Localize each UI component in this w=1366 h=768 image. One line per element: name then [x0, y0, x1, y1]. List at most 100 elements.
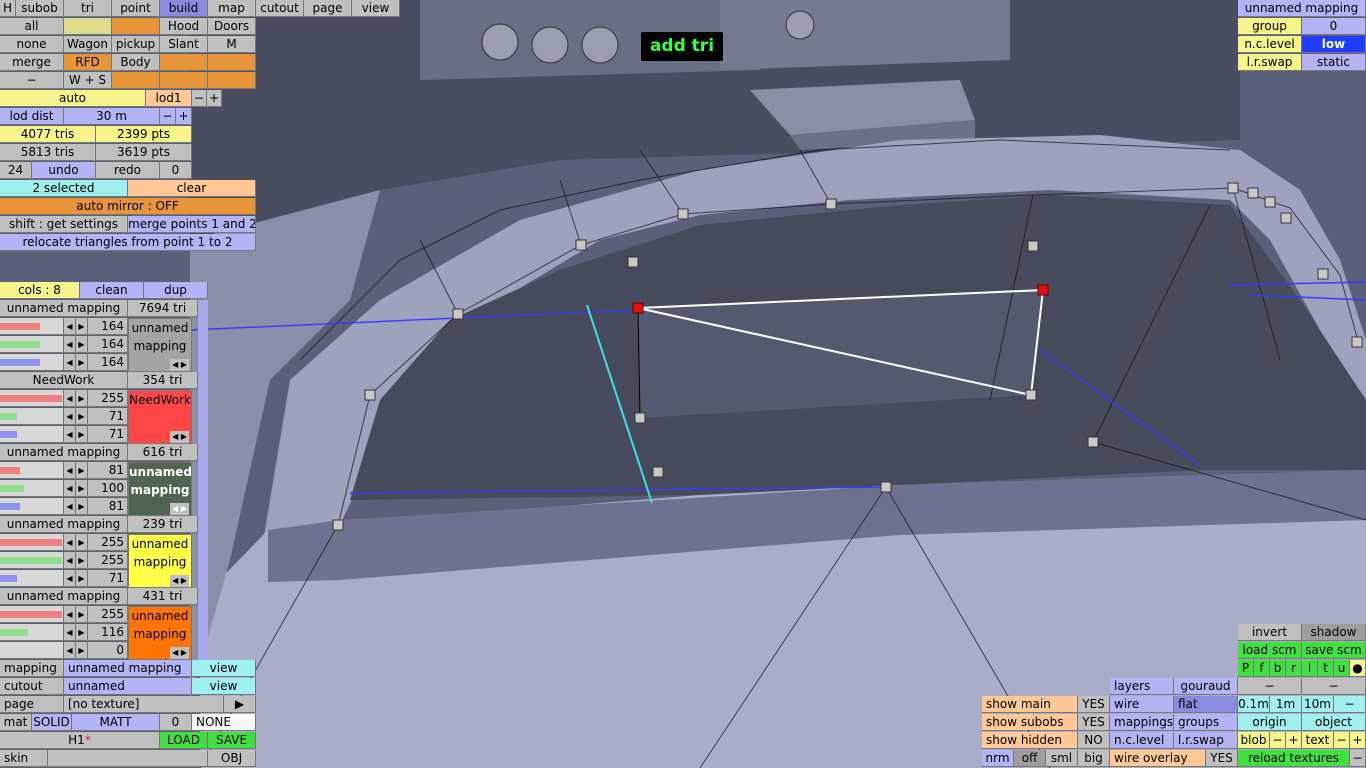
matt-button[interactable]: MATT — [72, 714, 160, 731]
group-swatch-6[interactable] — [160, 72, 208, 89]
group-slant[interactable]: Slant — [160, 36, 208, 53]
minus-button[interactable]: − — [0, 72, 64, 89]
material-name[interactable]: unnamed mapping — [0, 444, 128, 461]
tab-page[interactable]: page — [304, 0, 352, 17]
off-button[interactable]: off — [1014, 750, 1046, 767]
group-ws[interactable]: W + S — [64, 72, 112, 89]
color-g-slider[interactable] — [0, 624, 64, 641]
color-g-inc-button[interactable]: ▶ — [76, 552, 88, 569]
skin-value[interactable] — [48, 750, 208, 767]
save-button[interactable]: SAVE — [208, 732, 256, 749]
size-10m[interactable]: 10m — [1302, 696, 1334, 713]
cols-label[interactable]: cols : 8 — [0, 282, 80, 299]
color-b-slider[interactable] — [0, 642, 64, 659]
material-name[interactable]: unnamed mapping — [0, 588, 128, 605]
color-r-dec-button[interactable]: ◀ — [64, 534, 76, 551]
color-b-inc-button[interactable]: ▶ — [76, 570, 88, 587]
color-g-slider[interactable] — [0, 552, 64, 569]
lod-plus-button[interactable]: + — [207, 90, 222, 107]
color-r-slider[interactable] — [0, 390, 64, 407]
minus-left[interactable]: − — [1238, 678, 1302, 695]
color-g-dec-button[interactable]: ◀ — [64, 624, 76, 641]
color-g-slider[interactable] — [0, 336, 64, 353]
color-b-dec-button[interactable]: ◀ — [64, 354, 76, 371]
group-hood[interactable]: Hood — [160, 18, 208, 35]
color-r-slider[interactable] — [0, 462, 64, 479]
filename[interactable]: H1* — [0, 732, 160, 749]
group-swatch-5[interactable] — [112, 72, 160, 89]
small-button[interactable]: sml — [1046, 750, 1078, 767]
wire-button[interactable]: wire — [1110, 696, 1174, 713]
select-none-button[interactable]: none — [0, 36, 64, 53]
redo-button[interactable]: redo — [96, 162, 160, 179]
tab-point[interactable]: point — [112, 0, 160, 17]
lod-auto-button[interactable]: auto — [0, 90, 146, 107]
mapping-view-button[interactable]: view — [192, 660, 256, 677]
load-scm-button[interactable]: load scm — [1238, 642, 1302, 659]
view-dir-1[interactable]: f — [1254, 660, 1270, 677]
show-hidden-value[interactable]: NO — [1078, 732, 1110, 749]
minus-right[interactable]: − — [1302, 678, 1366, 695]
show-subobs-value[interactable]: YES — [1078, 714, 1110, 731]
show-main-value[interactable]: YES — [1078, 696, 1110, 713]
color-g-inc-button[interactable]: ▶ — [76, 408, 88, 425]
color-r-value[interactable]: 255 — [88, 606, 128, 623]
color-b-value[interactable]: 71 — [88, 426, 128, 443]
group-swatch-1[interactable] — [64, 18, 112, 35]
view-dir-4[interactable]: l — [1302, 660, 1318, 677]
color-b-slider[interactable] — [0, 570, 64, 587]
color-g-dec-button[interactable]: ◀ — [64, 552, 76, 569]
mappings-button[interactable]: mappings — [1110, 714, 1174, 731]
blob-button[interactable]: blob — [1238, 732, 1270, 749]
color-r-value[interactable]: 255 — [88, 534, 128, 551]
tab-view[interactable]: view — [352, 0, 400, 17]
view-dir-6[interactable]: u — [1334, 660, 1350, 677]
tab-map[interactable]: map — [208, 0, 256, 17]
color-g-inc-button[interactable]: ▶ — [76, 336, 88, 353]
clear-selection-button[interactable]: clear — [128, 180, 256, 197]
color-b-slider[interactable] — [0, 426, 64, 443]
view-dir-0[interactable]: P — [1238, 660, 1254, 677]
wire-overlay-value[interactable]: YES — [1206, 750, 1238, 767]
view-dir-5[interactable]: t — [1318, 660, 1334, 677]
color-g-dec-button[interactable]: ◀ — [64, 408, 76, 425]
merge-points-button[interactable]: merge points 1 and 2 — [128, 216, 256, 233]
color-b-dec-button[interactable]: ◀ — [64, 642, 76, 659]
lod-dist-minus[interactable]: − — [160, 108, 176, 125]
flat-button[interactable]: flat — [1174, 696, 1238, 713]
color-b-value[interactable]: 71 — [88, 570, 128, 587]
swatch-arrows[interactable]: ◀ ▶ — [170, 575, 189, 587]
group-wagon[interactable]: Wagon — [64, 36, 112, 53]
color-b-value[interactable]: 0 — [88, 642, 128, 659]
group-doors[interactable]: Doors — [208, 18, 256, 35]
clean-button[interactable]: clean — [80, 282, 144, 299]
view-dir-2[interactable]: b — [1270, 660, 1286, 677]
view-dir-7[interactable]: ● — [1350, 660, 1366, 677]
color-b-slider[interactable] — [0, 354, 64, 371]
mat-none[interactable]: NONE — [192, 714, 256, 731]
tab-tri[interactable]: tri — [64, 0, 112, 17]
color-r-inc-button[interactable]: ▶ — [76, 390, 88, 407]
text-minus[interactable]: − — [1334, 732, 1350, 749]
cutout-value[interactable]: unnamed — [64, 678, 192, 695]
color-b-inc-button[interactable]: ▶ — [76, 354, 88, 371]
color-b-inc-button[interactable]: ▶ — [76, 426, 88, 443]
gouraud-button[interactable]: gouraud — [1174, 678, 1238, 695]
color-r-dec-button[interactable]: ◀ — [64, 462, 76, 479]
color-b-dec-button[interactable]: ◀ — [64, 426, 76, 443]
object-button[interactable]: object — [1302, 714, 1366, 731]
color-g-inc-button[interactable]: ▶ — [76, 624, 88, 641]
material-name[interactable]: NeedWork — [0, 372, 128, 389]
groups-button[interactable]: groups — [1174, 714, 1238, 731]
page-value[interactable]: [no texture] — [64, 696, 224, 713]
material-swatch[interactable]: unnamed mapping ◀ ▶ — [128, 462, 192, 516]
size-minus[interactable]: − — [1334, 696, 1366, 713]
color-r-slider[interactable] — [0, 606, 64, 623]
lr-swap-button[interactable]: l.r.swap — [1238, 54, 1302, 71]
material-list-scrollbar[interactable] — [198, 300, 208, 660]
undo-button[interactable]: undo — [32, 162, 96, 179]
color-b-inc-button[interactable]: ▶ — [76, 498, 88, 515]
relocate-triangles-button[interactable]: relocate triangles from point 1 to 2 — [0, 234, 256, 251]
view-dir-3[interactable]: r — [1286, 660, 1302, 677]
color-g-value[interactable]: 116 — [88, 624, 128, 641]
